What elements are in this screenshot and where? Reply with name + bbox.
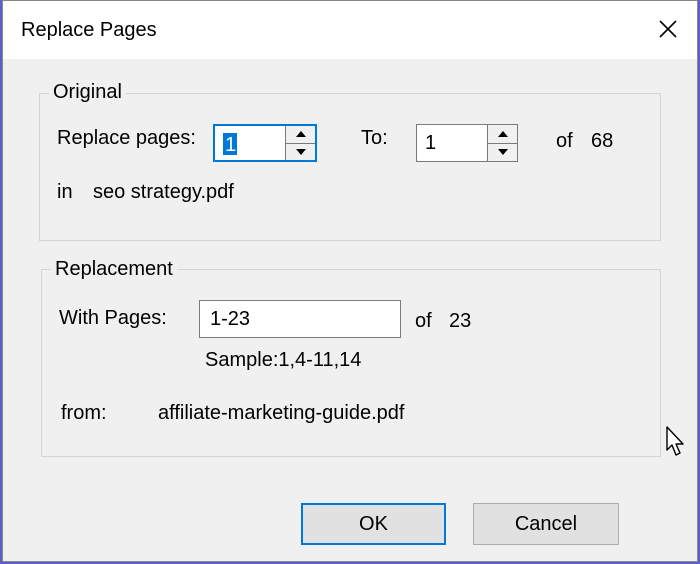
replace-to-down-button[interactable] [487, 142, 517, 161]
to-label: To: [361, 127, 388, 149]
title-bar: Replace Pages [3, 1, 697, 59]
replace-pages-label: Replace pages: [57, 127, 196, 149]
replace-from-value[interactable]: 1 [225, 134, 236, 157]
replacement-total-pages: 23 [449, 310, 472, 332]
original-group [39, 93, 661, 241]
replace-from-arrows [285, 126, 315, 160]
with-pages-label: With Pages: [59, 307, 167, 329]
triangle-up-icon [295, 131, 306, 138]
cancel-button[interactable]: Cancel [473, 503, 619, 545]
replacement-file-name: affiliate-marketing-guide.pdf [158, 402, 405, 424]
replace-to-up-button[interactable] [487, 125, 517, 143]
original-file-name: seo strategy.pdf [93, 181, 234, 203]
replace-from-down-button[interactable] [285, 142, 315, 160]
dialog-title: Replace Pages [21, 19, 157, 41]
original-of-label: of [556, 130, 573, 152]
ok-button[interactable]: OK [301, 503, 446, 545]
triangle-down-icon [497, 149, 508, 156]
in-label: in [57, 181, 73, 203]
sample-hint: Sample:1,4-11,14 [205, 349, 371, 372]
replace-pages-dialog: Replace Pages Original Replace pages: 1 … [2, 0, 698, 562]
replace-to-spinner[interactable] [416, 124, 518, 162]
triangle-up-icon [497, 130, 508, 137]
triangle-down-icon [295, 148, 306, 155]
close-button[interactable] [645, 7, 691, 51]
replace-from-up-button[interactable] [285, 126, 315, 143]
replace-from-spinner[interactable]: 1 [213, 124, 317, 162]
replacement-of-label: of [415, 310, 432, 332]
mouse-pointer-icon [666, 426, 684, 456]
sample-hint-text: Sample:1,4-11,14 [205, 349, 362, 371]
original-total-pages: 68 [591, 130, 614, 152]
replace-to-input[interactable] [417, 125, 487, 161]
replacement-group-title: Replacement [51, 258, 177, 281]
replace-to-arrows [487, 125, 517, 161]
close-icon [659, 20, 677, 38]
with-pages-input[interactable] [200, 301, 400, 337]
from-label: from: [61, 402, 107, 424]
original-group-title: Original [49, 81, 126, 104]
with-pages-field[interactable] [199, 300, 401, 338]
